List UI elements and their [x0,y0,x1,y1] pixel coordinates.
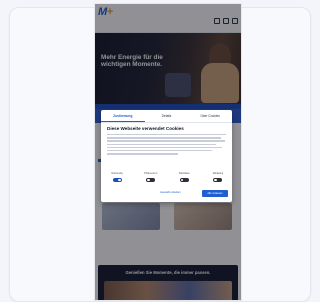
text-line [107,137,222,139]
mobile-page: M+ Mehr Energie für die wichtigen Moment… [95,4,241,300]
toggle-switch[interactable] [213,178,223,182]
toggle-label: Notwendig [111,172,123,175]
cookie-toggles: Notwendig Präferenzen Statistiken Market… [107,172,228,182]
consent-tabs: Zustimmung Details Über Cookies [101,110,232,123]
dialog-actions: Auswahl erlauben Alle zulassen [107,190,228,198]
toggle-label: Präferenzen [144,172,158,175]
text-line [107,149,212,152]
toggle-statistics: Statistiken [174,172,194,182]
toggle-label: Statistiken [178,172,190,175]
dialog-body-text [107,134,226,156]
text-line [107,143,217,145]
toggle-necessary: Notwendig [107,172,127,182]
cookie-consent-dialog: Zustimmung Details Über Cookies Diese We… [101,110,232,202]
allow-all-button[interactable]: Alle zulassen [202,190,228,197]
text-line [107,153,179,155]
toggle-switch[interactable] [112,178,122,182]
toggle-switch[interactable] [179,178,189,182]
toggle-preferences: Präferenzen [141,172,161,182]
tab-about-cookies[interactable]: Über Cookies [188,110,232,122]
text-line [107,140,225,142]
tab-consent[interactable]: Zustimmung [101,110,145,122]
text-line [107,146,223,149]
tab-details[interactable]: Details [145,110,189,122]
toggle-label: Marketing [212,172,224,175]
dialog-title: Diese Webseite verwendet Cookies [107,126,184,131]
allow-selection-button[interactable]: Auswahl erlauben [160,191,181,194]
toggle-switch[interactable] [146,178,156,182]
toggle-marketing: Marketing [208,172,228,182]
text-line [107,134,226,136]
